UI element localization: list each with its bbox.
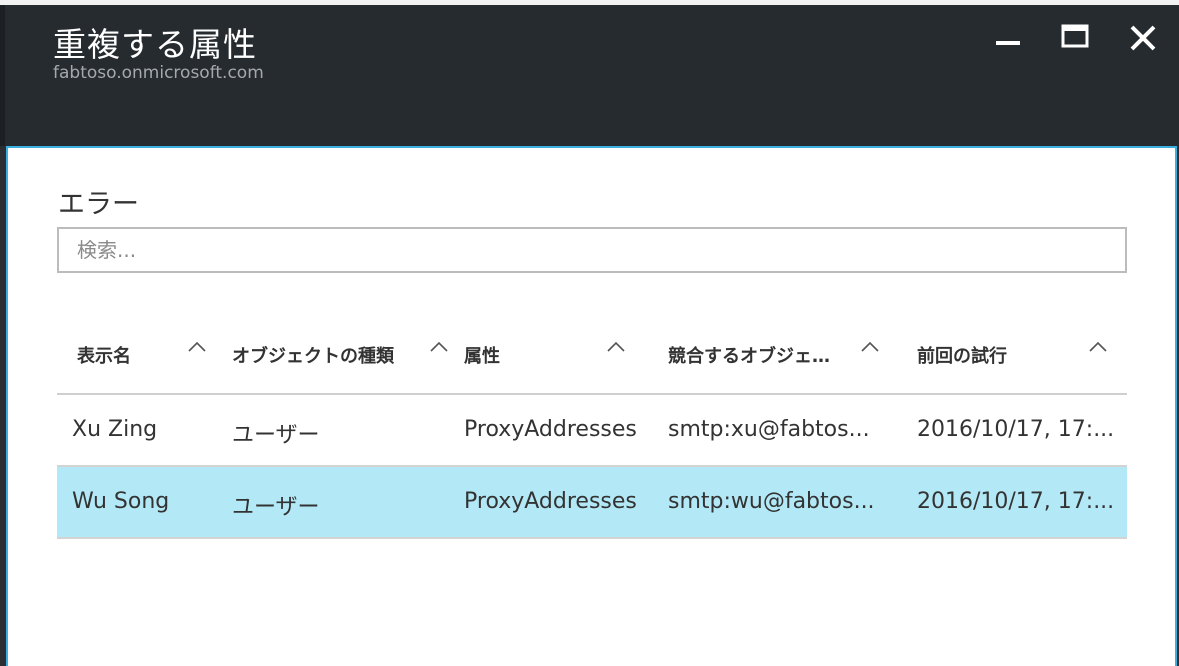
sort-ascending-icon[interactable] [1087, 338, 1109, 354]
search-input[interactable] [57, 227, 1127, 273]
table-row[interactable]: Xu Zing ユーザー ProxyAddresses smtp:xu@fabt… [57, 395, 1127, 467]
sort-ascending-icon[interactable] [428, 338, 450, 354]
column-header-last-attempt[interactable]: 前回の試行 [917, 342, 1007, 368]
sort-ascending-icon[interactable] [186, 338, 208, 354]
grid-header: 表示名 オブジェクトの種類 属性 競合するオブジェ… 前回の試行 [57, 308, 1127, 395]
column-header-object-type[interactable]: オブジェクトの種類 [232, 342, 394, 368]
table-row[interactable]: Wu Song ユーザー ProxyAddresses smtp:wu@fabt… [57, 467, 1127, 539]
cell-last-attempt: 2016/10/17, 17:... [917, 489, 1115, 514]
minimize-icon [996, 41, 1020, 45]
cell-object-type: ユーザー [232, 495, 320, 520]
cell-display-name: Wu Song [72, 489, 170, 514]
cell-attribute: ProxyAddresses [464, 417, 637, 442]
sort-ascending-icon[interactable] [859, 338, 881, 354]
maximize-button[interactable] [1056, 19, 1096, 59]
column-header-conflicting-object[interactable]: 競合するオブジェ… [668, 342, 830, 368]
cell-object-type: ユーザー [232, 423, 320, 448]
cell-attribute: ProxyAddresses [464, 489, 637, 514]
column-header-display-name[interactable]: 表示名 [77, 342, 131, 368]
close-icon [1130, 25, 1156, 51]
cell-display-name: Xu Zing [72, 417, 158, 442]
sort-ascending-icon[interactable] [605, 338, 627, 354]
blade-subtitle: fabtoso.onmicrosoft.com [53, 63, 264, 83]
section-title: エラー [58, 189, 139, 220]
blade-content: エラー 表示名 オブジェクトの種類 属性 競合するオブジェ… 前回の試行 [6, 146, 1177, 666]
cell-conflicting-object: smtp:xu@fabtos... [668, 417, 870, 442]
cell-last-attempt: 2016/10/17, 17:... [917, 417, 1115, 442]
cell-conflicting-object: smtp:wu@fabtos... [668, 489, 875, 514]
maximize-icon [1061, 24, 1089, 48]
column-header-attribute[interactable]: 属性 [464, 342, 500, 368]
blade-title: 重複する属性 [53, 25, 257, 64]
close-button[interactable] [1124, 19, 1164, 59]
blade-header: 重複する属性 fabtoso.onmicrosoft.com [0, 5, 1179, 146]
errors-grid: 表示名 オブジェクトの種類 属性 競合するオブジェ… 前回の試行 Xu Zing [57, 308, 1127, 539]
minimize-button[interactable] [988, 19, 1028, 59]
